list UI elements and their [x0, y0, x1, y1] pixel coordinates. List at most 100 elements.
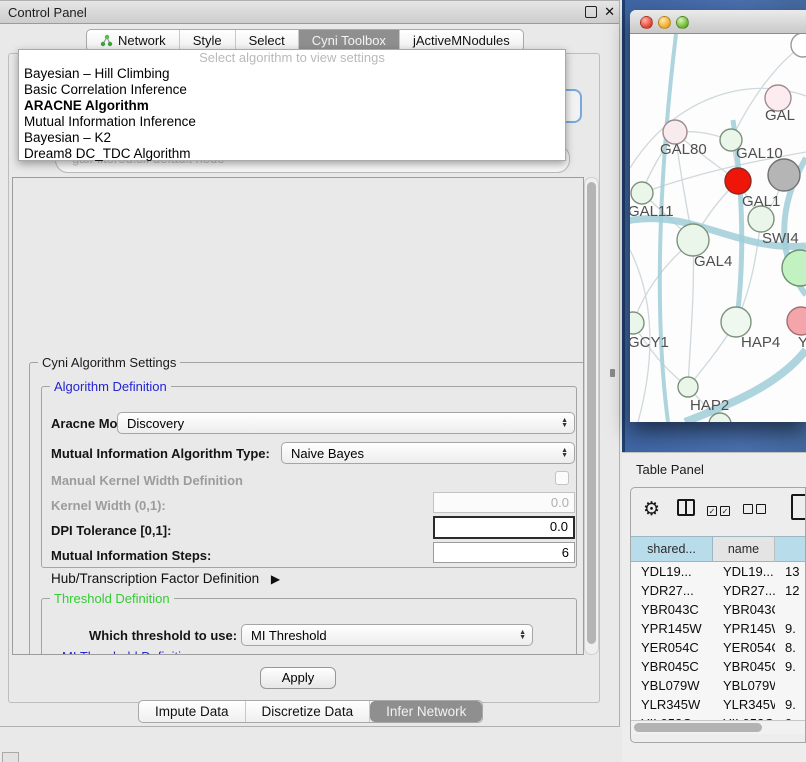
which-threshold-label: Which threshold to use: [89, 628, 237, 643]
kernel-width-field[interactable]: 0.0 [433, 492, 575, 513]
column-header-shared-name[interactable]: shared... [631, 536, 713, 562]
apply-button[interactable]: Apply [260, 667, 336, 689]
settings-scroll-thumb[interactable] [587, 182, 596, 644]
aracne-mode-value: Discovery [127, 416, 184, 431]
network-node[interactable] [791, 34, 806, 57]
table-row[interactable]: YBL079WYBL079W [631, 676, 806, 695]
algorithm-option[interactable]: Mutual Information Inference [19, 114, 565, 130]
combo-stepper-icon: ▲▼ [555, 448, 568, 459]
table-cell: YDL19... [713, 562, 775, 581]
table-body: YDL19...YDL19...13YDR27...YDR27...12YBR0… [631, 562, 806, 720]
table-cell: 9. [775, 695, 806, 714]
cyni-algorithm-settings-title: Cyni Algorithm Settings [38, 355, 180, 370]
minimize-traffic-light[interactable] [658, 16, 671, 29]
panel-splitter-handle[interactable] [610, 369, 615, 377]
settings-scrollbar[interactable] [584, 177, 599, 655]
cyni-bottom-tabbar: Impute DataDiscretize DataInfer Network [138, 700, 483, 723]
mi-steps-field[interactable]: 6 [433, 542, 575, 563]
select-columns-checked-icon[interactable]: ✓✓ [707, 502, 733, 517]
manual-kernel-label: Manual Kernel Width Definition [51, 473, 243, 488]
algorithm-option[interactable]: Bayesian – Hill Climbing [19, 66, 565, 82]
algorithm-option[interactable]: Dream8 DC_TDC Algorithm [19, 146, 565, 162]
node-label-gcy1: GCY1 [630, 334, 669, 351]
zoom-traffic-light[interactable] [676, 16, 689, 29]
network-node-hap4[interactable] [721, 307, 751, 337]
network-node-gal11[interactable] [631, 182, 653, 204]
tab-discretize-data[interactable]: Discretize Data [246, 701, 371, 722]
tab-jactivemnodules[interactable]: jActiveMNodules [400, 30, 523, 51]
table-row[interactable]: YBR043CYBR043C [631, 600, 806, 619]
table-cell: 9. [775, 619, 806, 638]
table-scroll-thumb[interactable] [634, 723, 762, 732]
mi-type-combobox[interactable]: Naive Bayes ▲▼ [281, 442, 575, 464]
node-label-gal11: GAL11 [630, 203, 674, 220]
dpi-tolerance-label: DPI Tolerance [0,1]: [51, 523, 171, 538]
hub-definition-label: Hub/Transcription Factor Definition [51, 571, 259, 586]
which-threshold-combobox[interactable]: MI Threshold ▲▼ [241, 624, 533, 646]
dpi-tolerance-field[interactable]: 0.0 [433, 516, 575, 539]
table-horizontal-scrollbar[interactable] [631, 720, 806, 734]
mi-type-value: Naive Bayes [291, 446, 364, 461]
network-node[interactable] [768, 159, 800, 191]
node-label-hap4: HAP4 [741, 334, 780, 351]
node-label-gal: GAL [765, 107, 795, 124]
table-cell: YER054C [713, 638, 775, 657]
table-row[interactable]: YBR045CYBR045C9. [631, 657, 806, 676]
network-node-gcy1[interactable] [630, 312, 644, 334]
network-node-gal4[interactable] [677, 224, 709, 256]
network-view-window: GALGAL80GAL10GAL1GAL11SWI4GAL4GCY1HAP4YH… [630, 10, 806, 422]
table-cell: YLR345W [713, 695, 775, 714]
network-node-hap2[interactable] [678, 377, 698, 397]
select-columns-unchecked-icon[interactable] [743, 502, 769, 517]
tab-impute-data[interactable]: Impute Data [139, 701, 246, 722]
tab-select[interactable]: Select [236, 30, 299, 51]
tab-network[interactable]: Network [87, 30, 180, 51]
table-cell: YBR045C [631, 657, 713, 676]
control-panel: Control Panel ✕ Network StyleSelect Cyni T… [0, 0, 620, 727]
tab-style[interactable]: Style [180, 30, 236, 51]
combo-stepper-icon: ▲▼ [513, 630, 526, 641]
manual-kernel-checkbox[interactable] [555, 471, 569, 485]
algorithm-option[interactable]: Basic Correlation Inference [19, 82, 565, 98]
node-label-gal10: GAL10 [736, 145, 783, 162]
network-node[interactable] [725, 168, 751, 194]
table-row[interactable]: YPR145WYPR145W9. [631, 619, 806, 638]
algorithm-definition-title: Algorithm Definition [50, 379, 171, 394]
table-panel: Table Panel ⚙ ✓✓ shared... name A YDL19.… [622, 452, 806, 762]
table-cell: YER054C [631, 638, 713, 657]
split-view-icon[interactable] [677, 499, 695, 516]
network-window-titlebar[interactable] [630, 10, 806, 34]
tab-label: Network [118, 30, 166, 51]
aracne-mode-combobox[interactable]: Discovery ▲▼ [117, 412, 575, 434]
table-row[interactable]: YDR27...YDR27...12 [631, 581, 806, 600]
float-window-icon[interactable] [585, 6, 597, 18]
tab-infer-network[interactable]: Infer Network [370, 701, 482, 722]
table-row[interactable]: YDL19...YDL19...13 [631, 562, 806, 581]
algorithm-dropdown-popup: Select algorithm to view settings Bayesi… [18, 49, 566, 161]
close-icon[interactable]: ✕ [604, 4, 615, 20]
control-panel-title: Control Panel [0, 1, 619, 24]
kernel-width-label: Kernel Width (0,1): [51, 498, 166, 513]
tab-label: Cyni Toolbox [312, 30, 386, 51]
table-row[interactable]: YER054CYER054C8. [631, 638, 806, 657]
algorithm-option[interactable]: ARACNE Algorithm [19, 98, 565, 114]
document-icon[interactable] [791, 494, 806, 520]
network-canvas[interactable]: GALGAL80GAL10GAL1GAL11SWI4GAL4GCY1HAP4YH… [630, 34, 806, 422]
table-cell: YDR27... [631, 581, 713, 600]
column-header-name[interactable]: name [713, 536, 775, 562]
gear-icon[interactable]: ⚙ [643, 498, 660, 521]
tab-cyni-toolbox[interactable]: Cyni Toolbox [299, 30, 400, 51]
minimized-panel-icon[interactable] [2, 752, 19, 762]
node-label-y: Y [798, 334, 806, 351]
hub-definition-expander[interactable]: Hub/Transcription Factor Definition ▶ [51, 571, 280, 586]
which-threshold-value: MI Threshold [251, 628, 327, 643]
network-node-y[interactable] [787, 307, 806, 335]
table-cell [775, 600, 806, 619]
column-header-partial[interactable]: A [775, 536, 806, 562]
table-cell: 9. [775, 657, 806, 676]
network-graph: GALGAL80GAL10GAL1GAL11SWI4GAL4GCY1HAP4YH… [630, 34, 806, 422]
table-cell: 13 [775, 562, 806, 581]
algorithm-option[interactable]: Bayesian – K2 [19, 130, 565, 146]
table-row[interactable]: YLR345WYLR345W9. [631, 695, 806, 714]
close-traffic-light[interactable] [640, 16, 653, 29]
